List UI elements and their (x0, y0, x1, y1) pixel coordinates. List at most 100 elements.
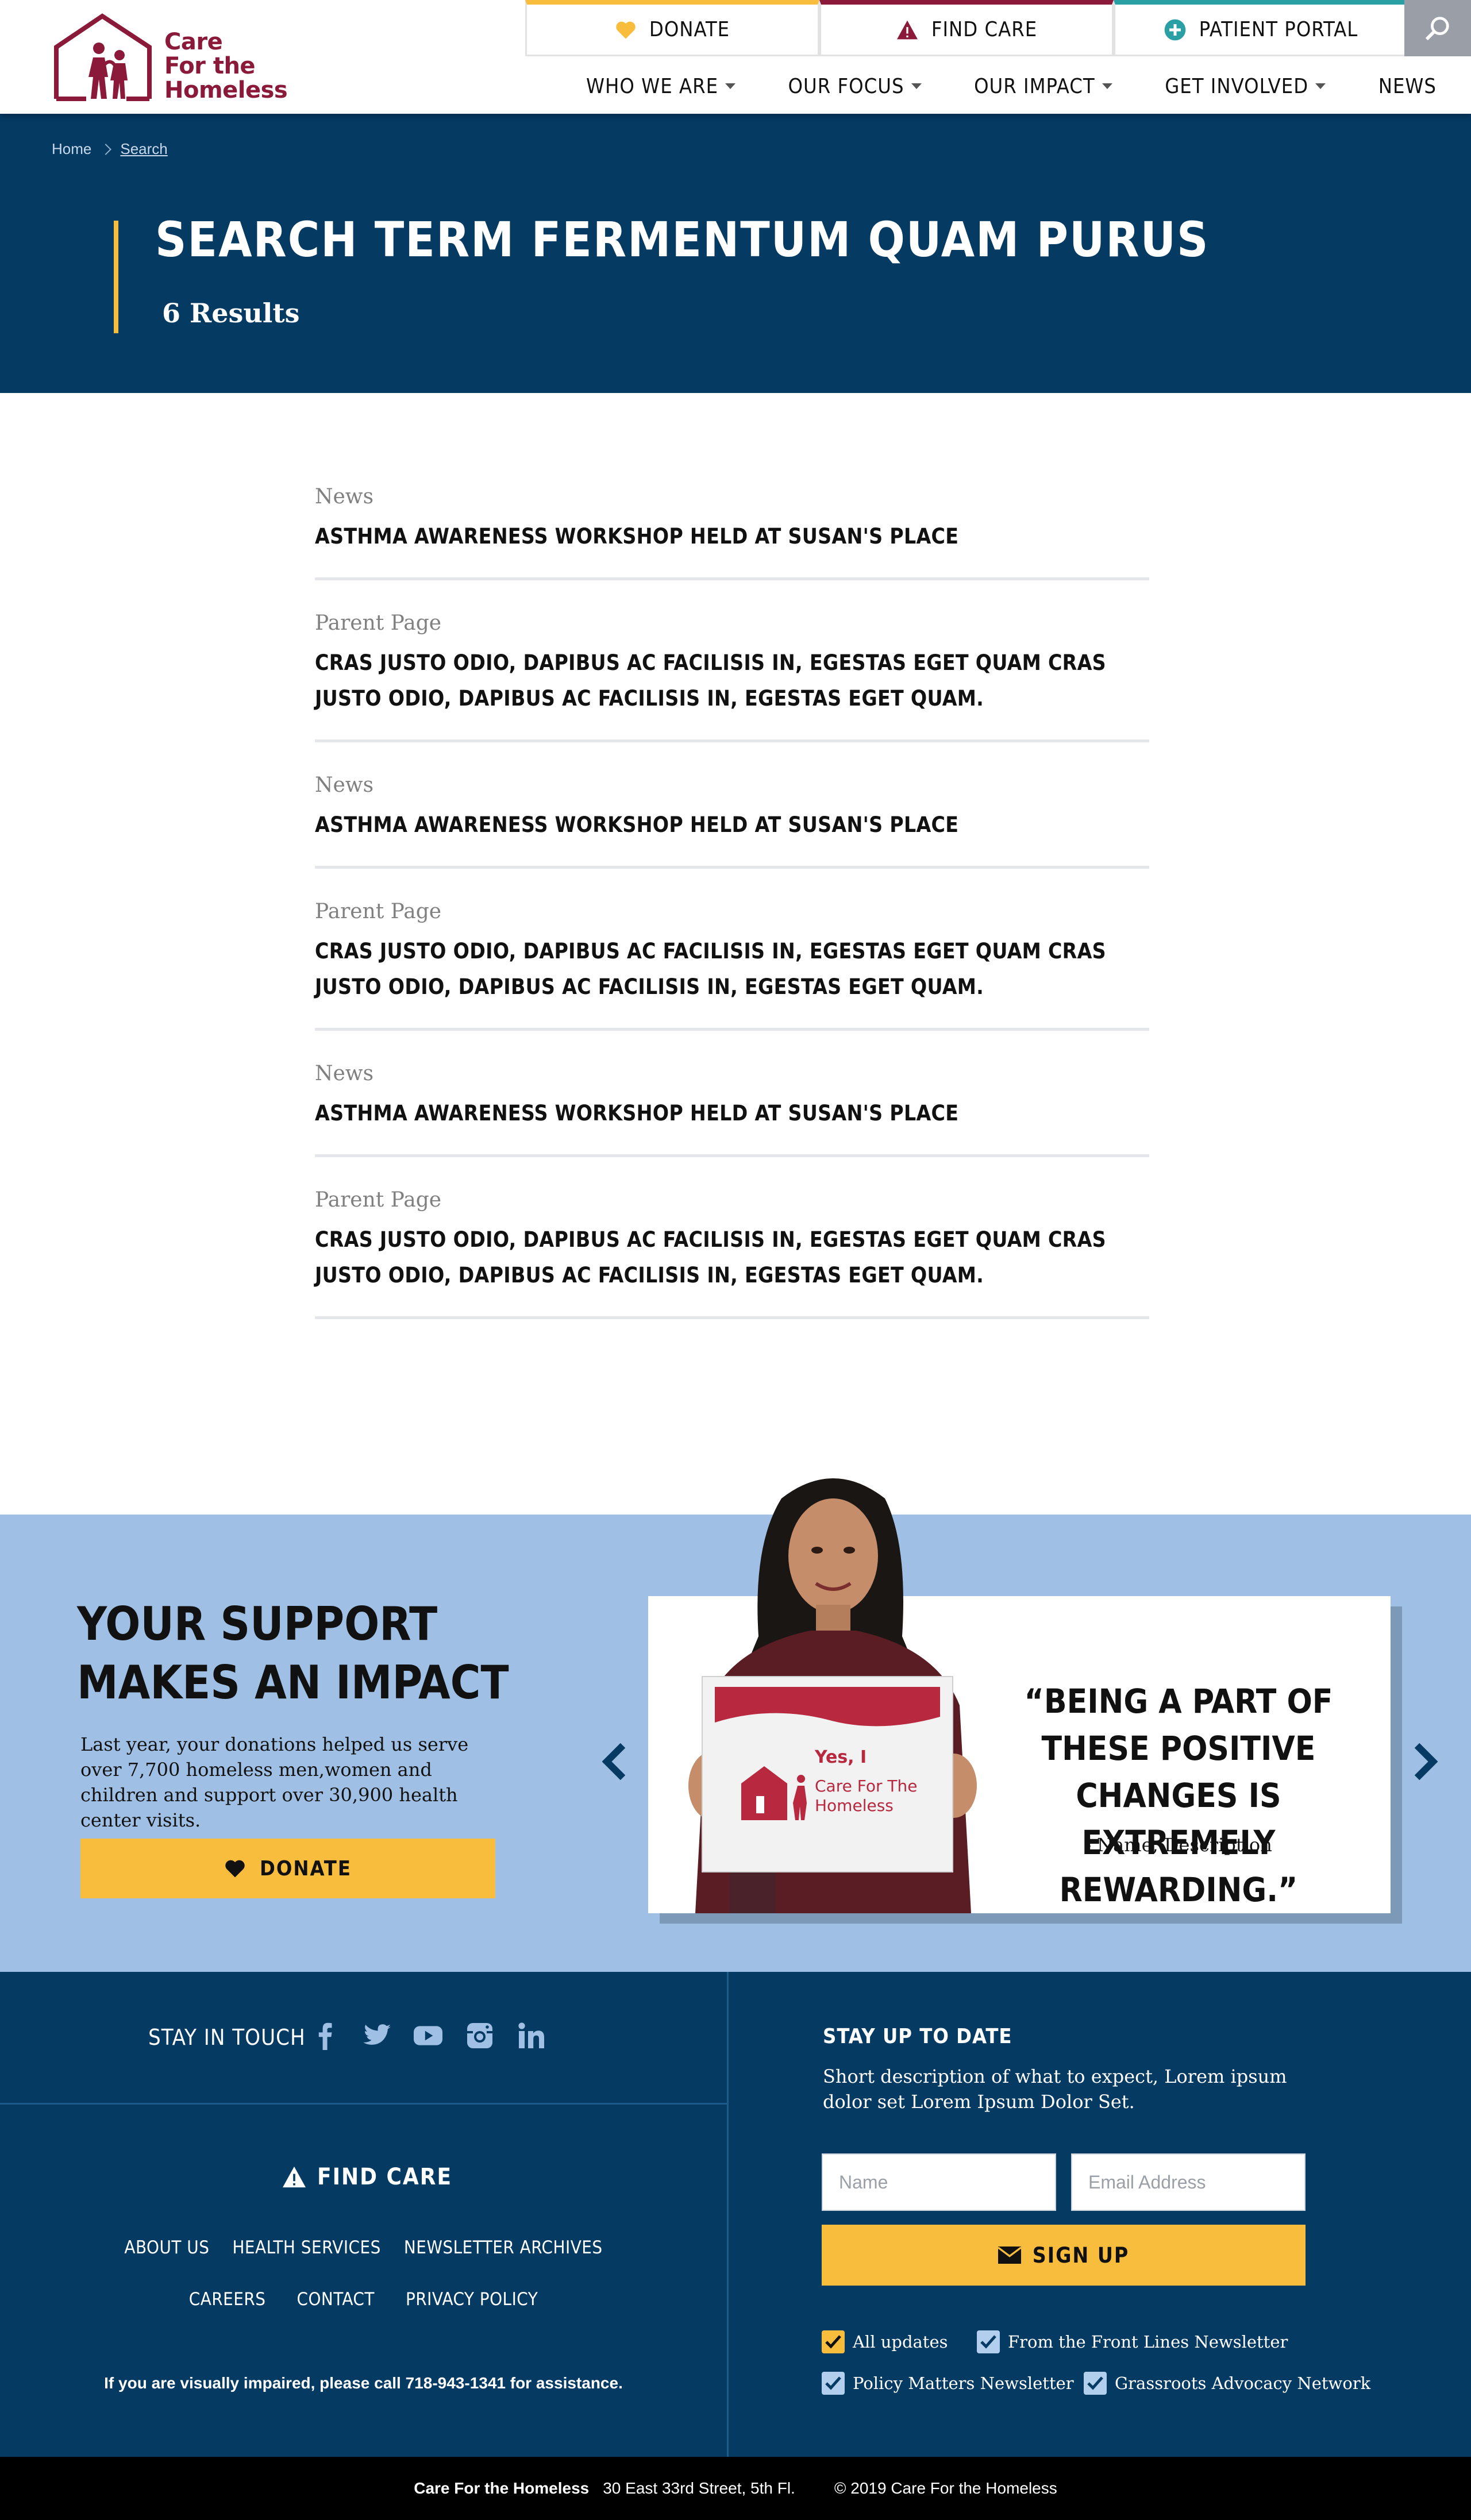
utility-nav: DONATE FIND CARE PATIENT PORTAL (525, 0, 1408, 56)
sign-up-label: SIGN UP (1032, 2242, 1130, 2268)
result-title-link[interactable]: CRAS JUSTO ODIO, DAPIBUS AC FACILISIS IN… (315, 934, 1149, 1005)
find-care-button[interactable]: FIND CARE (819, 0, 1114, 56)
search-result-item[interactable]: News ASTHMA AWARENESS WORKSHOP HELD AT S… (315, 765, 1149, 869)
search-button[interactable] (1404, 0, 1471, 56)
footer-links: ABOUT US HEALTH SERVICES NEWSLETTER ARCH… (0, 2237, 727, 2258)
nav-label: NEWS (1378, 74, 1437, 98)
carousel-next-button[interactable] (1408, 1739, 1442, 1785)
site-footer: STAY IN TOUCH FIND CARE ABOUT US HEALTH … (0, 1972, 1471, 2457)
breadcrumb-home-link[interactable]: Home (52, 140, 91, 158)
nav-who-we-are[interactable]: WHO WE ARE (586, 75, 736, 98)
twitter-icon[interactable] (362, 2021, 391, 2050)
breadcrumb-current-link[interactable]: Search (120, 140, 167, 158)
checkbox-policy-matters[interactable]: Policy Matters Newsletter (822, 2372, 1074, 2395)
search-result-item[interactable]: News ASTHMA AWARENESS WORKSHOP HELD AT S… (315, 1054, 1149, 1157)
donate-label: DONATE (649, 18, 730, 41)
find-care-label: FIND CARE (317, 2164, 453, 2190)
footer-links: CAREERS CONTACT PRIVACY POLICY (0, 2289, 727, 2310)
search-icon (1425, 17, 1449, 41)
result-title-link[interactable]: ASTHMA AWARENESS WORKSHOP HELD AT SUSAN'… (315, 807, 1149, 843)
checkbox-label: Policy Matters Newsletter (853, 2373, 1074, 2393)
result-type: Parent Page (315, 900, 442, 923)
accessibility-note: If you are visually impaired, please cal… (104, 2374, 623, 2392)
nav-get-involved[interactable]: GET INVOLVED (1165, 75, 1326, 98)
footer-link-contact[interactable]: CONTACT (296, 2289, 374, 2310)
donate-label: DONATE (259, 1856, 352, 1881)
search-result-item[interactable]: Parent Page CRAS JUSTO ODIO, DAPIBUS AC … (315, 892, 1149, 1031)
result-title-link[interactable]: CRAS JUSTO ODIO, DAPIBUS AC FACILISIS IN… (315, 645, 1149, 716)
support-section: YOUR SUPPORT MAKES AN IMPACT Last year, … (0, 1478, 1471, 1972)
nav-news[interactable]: NEWS (1378, 75, 1437, 98)
result-title-link[interactable]: CRAS JUSTO ODIO, DAPIBUS AC FACILISIS IN… (315, 1222, 1149, 1293)
result-title-link[interactable]: ASTHMA AWARENESS WORKSHOP HELD AT SUSAN'… (315, 1096, 1149, 1131)
sign-text-3: Homeless (815, 1796, 894, 1815)
hero-accent-bar (114, 221, 118, 333)
newsletter-description: Short description of what to expect, Lor… (823, 2066, 1287, 2113)
logo-wordmark: Care For the Homeless (164, 29, 288, 102)
caret-down-icon (725, 83, 736, 89)
site-header: Care For the Homeless DONATE FIND CARE P… (0, 0, 1471, 114)
checkbox-front-lines[interactable]: From the Front Lines Newsletter (977, 2330, 1288, 2353)
footer-org-name: Care For the Homeless (414, 2479, 590, 2497)
search-results-list: News ASTHMA AWARENESS WORKSHOP HELD AT S… (315, 477, 1149, 1342)
support-donate-button[interactable]: DONATE (80, 1839, 495, 1898)
chevron-right-icon (100, 143, 112, 155)
heart-icon (616, 21, 636, 38)
heart-icon (225, 1860, 245, 1878)
result-title-link[interactable]: ASTHMA AWARENESS WORKSHOP HELD AT SUSAN'… (315, 519, 1149, 554)
checkbox-checked-icon (822, 2372, 845, 2395)
footer-find-care-link[interactable]: FIND CARE (282, 2164, 452, 2190)
nav-our-impact[interactable]: OUR IMPACT (974, 75, 1112, 98)
checkbox-grassroots[interactable]: Grassroots Advocacy Network (1084, 2372, 1370, 2395)
search-hero: Home Search SEARCH TERM FERMENTUM QUAM P… (0, 114, 1471, 393)
checkbox-checked-icon (977, 2330, 1000, 2353)
caret-down-icon (1315, 83, 1326, 89)
testimonial-author: - Name, Description (1085, 1834, 1272, 1856)
sign-text-2: Care For The (815, 1777, 917, 1795)
footer-copyright: © 2019 Care For the Homeless (834, 2479, 1057, 2497)
warning-icon (896, 20, 918, 39)
checkbox-label: From the Front Lines Newsletter (1008, 2332, 1288, 2352)
support-title-line: YOUR SUPPORT (77, 1597, 438, 1651)
checkbox-checked-icon (822, 2330, 845, 2353)
result-type: News (315, 773, 374, 797)
sign-text-1: Yes, I (814, 1747, 867, 1767)
stay-in-touch-heading: STAY IN TOUCH (148, 2025, 306, 2050)
testimonial-quote: “BEING A PART OF THESE POSITIVE CHANGES … (1024, 1682, 1333, 1909)
sign-up-button[interactable]: SIGN UP (822, 2225, 1306, 2286)
patient-portal-label: PATIENT PORTAL (1199, 18, 1358, 41)
facebook-icon[interactable] (310, 2021, 339, 2050)
breadcrumb: Home Search (52, 140, 168, 158)
main-nav: WHO WE ARE OUR FOCUS OUR IMPACT GET INVO… (552, 64, 1437, 108)
linkedin-icon[interactable] (517, 2021, 546, 2050)
checkbox-all-updates[interactable]: All updates (822, 2330, 948, 2353)
checkbox-label: All updates (853, 2332, 948, 2352)
donate-button[interactable]: DONATE (525, 0, 819, 56)
footer-divider (0, 2103, 727, 2105)
search-result-item[interactable]: Parent Page CRAS JUSTO ODIO, DAPIBUS AC … (315, 603, 1149, 742)
checkbox-checked-icon (1084, 2372, 1107, 2395)
footer-link-health-services[interactable]: HEALTH SERVICES (232, 2237, 380, 2258)
caret-down-icon (1102, 83, 1112, 89)
instagram-icon[interactable] (465, 2021, 494, 2050)
checkbox-label: Grassroots Advocacy Network (1115, 2373, 1371, 2393)
search-result-item[interactable]: News ASTHMA AWARENESS WORKSHOP HELD AT S… (315, 477, 1149, 580)
footer-link-newsletter-archives[interactable]: NEWSLETTER ARCHIVES (404, 2237, 603, 2258)
nav-our-focus[interactable]: OUR FOCUS (788, 75, 922, 98)
results-count: 6 Results (162, 298, 300, 329)
site-logo[interactable]: Care For the Homeless (52, 13, 293, 102)
name-field[interactable] (822, 2153, 1056, 2211)
carousel-prev-button[interactable] (598, 1739, 632, 1785)
copyright-bar: Care For the Homeless 30 East 33rd Stree… (0, 2457, 1471, 2520)
patient-portal-button[interactable]: PATIENT PORTAL (1114, 0, 1408, 56)
result-type: Parent Page (315, 611, 442, 635)
logo-line-1: Care (164, 29, 223, 55)
email-field[interactable] (1071, 2153, 1306, 2211)
footer-link-privacy-policy[interactable]: PRIVACY POLICY (406, 2289, 538, 2310)
nav-label: WHO WE ARE (586, 74, 719, 98)
youtube-icon[interactable] (414, 2021, 442, 2050)
search-result-item[interactable]: Parent Page CRAS JUSTO ODIO, DAPIBUS AC … (315, 1180, 1149, 1319)
footer-link-about-us[interactable]: ABOUT US (124, 2237, 209, 2258)
find-care-label: FIND CARE (931, 18, 1038, 41)
footer-link-careers[interactable]: CAREERS (189, 2289, 266, 2310)
